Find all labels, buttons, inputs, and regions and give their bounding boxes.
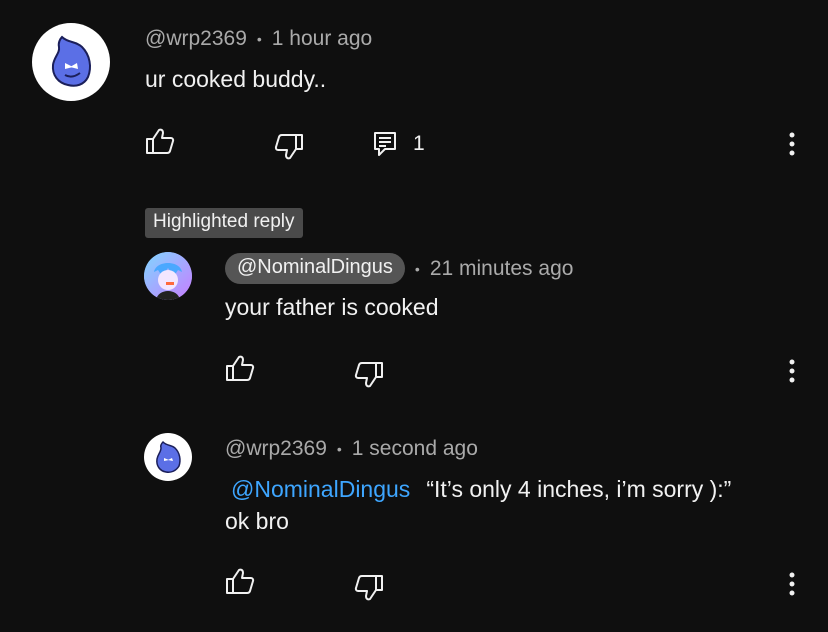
like-button[interactable] [145, 127, 175, 155]
reply1-timestamp[interactable]: 21 minutes ago [430, 257, 574, 281]
flame-avatar-icon [51, 35, 91, 87]
reply-count: 1 [413, 132, 425, 155]
comment-meta: @wrp2369 • 1 hour ago [145, 27, 372, 51]
reply2-author[interactable]: @wrp2369 [225, 437, 327, 461]
thumbs-down-icon [354, 362, 383, 388]
flame-avatar-icon [156, 440, 181, 473]
thumbs-down-icon [354, 575, 383, 601]
more-options-button[interactable] [784, 131, 800, 157]
meta-separator: • [414, 260, 420, 277]
reply1-text: your father is cooked [225, 294, 439, 320]
comment-text: ur cooked buddy.. [145, 66, 327, 92]
avatar-wrp2369[interactable] [32, 23, 110, 101]
reply2-meta: @wrp2369 • 1 second ago [225, 437, 478, 461]
reply2-like-button[interactable] [225, 567, 255, 595]
thumbs-up-icon [226, 355, 255, 381]
reply1-meta: @NominalDingus • 21 minutes ago [225, 253, 573, 284]
highlighted-reply-badge: Highlighted reply [145, 208, 303, 238]
character-avatar-icon [144, 252, 192, 300]
meta-separator: • [336, 441, 342, 457]
more-vertical-icon [789, 572, 795, 596]
reply-button[interactable]: 1 [373, 131, 425, 157]
reply1-more-options-button[interactable] [784, 358, 800, 384]
meta-separator: • [256, 31, 262, 47]
reply1-dislike-button[interactable] [354, 361, 384, 389]
reply1-author-chip[interactable]: @NominalDingus [225, 253, 405, 284]
comment-author[interactable]: @wrp2369 [145, 27, 247, 51]
thumbs-up-icon [146, 128, 175, 154]
reply2-text-line2: ok bro [225, 508, 289, 534]
reply1-like-button[interactable] [225, 354, 255, 382]
dislike-button[interactable] [274, 133, 304, 161]
more-vertical-icon [789, 132, 795, 156]
reply2-more-options-button[interactable] [784, 571, 800, 597]
avatar-wrp2369-small[interactable] [144, 433, 192, 481]
reply2-timestamp[interactable]: 1 second ago [352, 437, 478, 461]
mention-link[interactable]: @NominalDingus [231, 476, 410, 502]
reply2-quote: “It’s only 4 inches, i’m sorry ):” [426, 476, 732, 502]
avatar-nominaldingus[interactable] [144, 252, 192, 300]
reply2-dislike-button[interactable] [354, 574, 384, 602]
comment-timestamp[interactable]: 1 hour ago [272, 27, 372, 51]
thumbs-up-icon [226, 568, 255, 594]
thumbs-down-icon [274, 134, 303, 160]
reply-comment-icon [374, 132, 396, 156]
reply2-text-line1: @NominalDingus “It’s only 4 inches, i’m s… [231, 476, 731, 503]
more-vertical-icon [789, 359, 795, 383]
